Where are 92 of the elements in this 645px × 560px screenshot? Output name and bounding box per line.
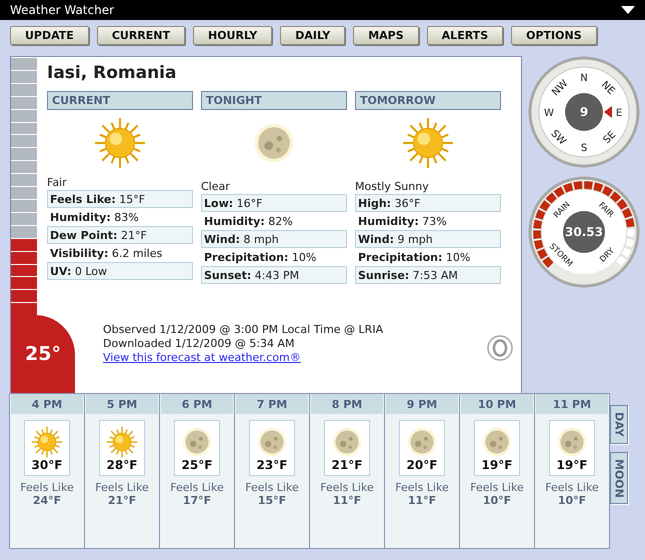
- compass-label: N: [580, 73, 588, 84]
- hour-label: 10 PM: [461, 394, 533, 414]
- forecast-detail: Precipitation: 10%: [357, 250, 472, 266]
- moon-icon: [481, 426, 513, 458]
- condition-text: Clear: [201, 180, 231, 194]
- toolbar-button[interactable]: UPDATE: [10, 26, 89, 45]
- forecast-detail: High: 36°F: [355, 194, 501, 212]
- toolbar-button[interactable]: ALERTS: [426, 26, 504, 45]
- feels-like-label: Feels Like: [395, 481, 449, 494]
- toolbar-button[interactable]: DAILY: [280, 26, 346, 45]
- forecast-detail: Sunset: 4:43 PM: [201, 266, 347, 284]
- forecast-detail: Dew Point: 21°F: [47, 226, 193, 244]
- dropdown-arrow-icon[interactable]: [621, 6, 635, 14]
- side-tab[interactable]: DAY: [610, 405, 628, 444]
- forecast-detail: Wind: 9 mph: [355, 230, 501, 248]
- hour-label: 6 PM: [161, 394, 233, 414]
- forecast-detail: Humidity: 82%: [203, 214, 294, 230]
- moon-icon: [181, 426, 213, 458]
- moon-icon: [406, 426, 438, 458]
- hour-temperature: 20°F: [406, 458, 438, 472]
- forecast-detail: Precipitation: 10%: [203, 250, 318, 266]
- forecast-link[interactable]: View this forecast at weather.com®: [103, 351, 384, 365]
- hour-label: 5 PM: [86, 394, 158, 414]
- feels-like-value: 10°F: [482, 494, 512, 507]
- condition-text: Mostly Sunny: [355, 180, 430, 194]
- forecast-heading: CURRENT: [47, 91, 193, 110]
- feels-like-value: 11°F: [332, 494, 362, 507]
- hour-temperature: 28°F: [106, 458, 138, 472]
- hour-temperature: 19°F: [482, 458, 512, 472]
- forecast-heading: TOMORROW: [355, 91, 501, 110]
- forecast-detail: Feels Like: 15°F: [47, 190, 193, 208]
- hour-temperature: 30°F: [32, 458, 62, 472]
- hour-label: 4 PM: [11, 394, 83, 414]
- compass-label: SE: [601, 129, 618, 146]
- sun-icon: [94, 117, 146, 169]
- toolbar-button[interactable]: HOURLY: [192, 26, 272, 45]
- feels-like-label: Feels Like: [170, 481, 224, 494]
- wind-speed: 9: [580, 105, 588, 119]
- feels-like-label: Feels Like: [320, 481, 374, 494]
- observed-text: Observed 1/12/2009 @ 3:00 PM Local Time @ LRIA: [103, 323, 384, 337]
- hour-temperature: 23°F: [256, 458, 288, 472]
- feels-like-label: Feels Like: [470, 481, 524, 494]
- moon-icon: [331, 426, 363, 458]
- hour-temperature: 19°F: [556, 458, 588, 472]
- forecast-detail: Low: 16°F: [201, 194, 347, 212]
- ring-icon[interactable]: [487, 335, 513, 361]
- temperature-reading: 25°: [25, 343, 61, 365]
- feels-like-value: 17°F: [182, 494, 212, 507]
- feels-like-label: Feels Like: [20, 481, 74, 494]
- feels-like-value: 10°F: [558, 494, 586, 507]
- forecast-heading: TONIGHT: [201, 91, 347, 110]
- wind-speed-dial: [565, 93, 603, 131]
- condition-text: Fair: [47, 176, 68, 190]
- hour-label: 8 PM: [311, 394, 383, 414]
- compass-label: W: [544, 108, 554, 119]
- feels-like-value: 15°F: [258, 494, 286, 507]
- compass-label: SW: [548, 128, 568, 148]
- feels-like-value: 11°F: [408, 494, 436, 507]
- feels-like-label: Feels Like: [245, 481, 299, 494]
- sun-icon: [31, 426, 63, 458]
- hour-label: 7 PM: [236, 394, 308, 414]
- hour-temperature: 21°F: [332, 458, 362, 472]
- forecast-detail: Visibility: 6.2 miles: [49, 246, 164, 262]
- side-tab[interactable]: MOON: [610, 452, 628, 504]
- compass-label: E: [616, 108, 622, 119]
- feels-like-value: 24°F: [32, 494, 62, 507]
- sun-icon: [402, 117, 454, 169]
- moon-icon: [556, 426, 588, 458]
- forecast-detail: Humidity: 73%: [357, 214, 448, 230]
- hour-label: 11 PM: [536, 394, 608, 414]
- toolbar-button[interactable]: MAPS: [353, 26, 419, 45]
- forecast-detail: Humidity: 83%: [49, 210, 140, 226]
- toolbar-button[interactable]: OPTIONS: [511, 26, 597, 45]
- pressure-reading: 30.53: [565, 225, 603, 239]
- downloaded-text: Downloaded 1/12/2009 @ 5:34 AM: [103, 337, 296, 351]
- feels-like-label: Feels Like: [95, 481, 149, 494]
- moon-icon: [256, 426, 288, 458]
- location-title: Iasi, Romania: [47, 63, 178, 83]
- compass-label: NE: [598, 80, 616, 98]
- hour-label: 9 PM: [386, 394, 458, 414]
- feels-like-value: 21°F: [108, 494, 136, 507]
- feels-like-label: Feels Like: [545, 481, 599, 494]
- sun-icon: [106, 426, 138, 458]
- compass-label: S: [580, 143, 588, 154]
- forecast-detail: Sunrise: 7:53 AM: [355, 266, 501, 284]
- toolbar-button[interactable]: CURRENT: [96, 26, 185, 45]
- moon-icon: [252, 121, 296, 165]
- forecast-detail: UV: 0 Low: [47, 262, 193, 280]
- compass-label: NW: [550, 78, 570, 98]
- hour-temperature: 25°F: [182, 458, 212, 472]
- window-title: Weather Watcher: [10, 3, 114, 17]
- forecast-detail: Wind: 8 mph: [201, 230, 347, 248]
